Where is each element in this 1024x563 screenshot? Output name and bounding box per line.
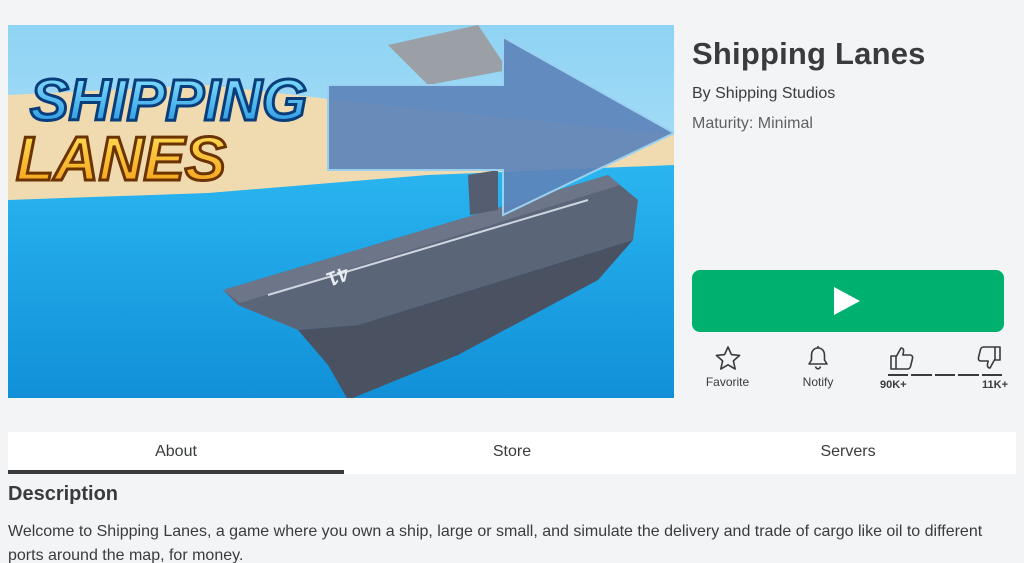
game-tabs: About Store Servers (8, 432, 1016, 474)
game-title: Shipping Lanes (692, 36, 926, 71)
play-icon (834, 287, 860, 315)
description-heading: Description (8, 483, 119, 505)
maturity-rating: Maturity: Minimal (692, 115, 813, 132)
notify-button[interactable]: Notify (792, 345, 844, 389)
creator-byline: By Shipping Studios (692, 85, 835, 103)
byline-prefix: By (692, 85, 716, 102)
description-text: Welcome to Shipping Lanes, a game where … (8, 523, 983, 563)
upvote-button[interactable]: 90K+ (880, 345, 924, 391)
game-thumbnail[interactable]: 41 SHIPPING LANES (8, 25, 674, 398)
downvote-button[interactable]: 11K+ (968, 345, 1008, 391)
thumbnail-logo-line2: LANES (16, 125, 226, 194)
tab-about[interactable]: About (8, 432, 344, 474)
thumbnail-logo-line1: SHIPPING (30, 68, 307, 133)
likes-count: 90K+ (880, 379, 907, 391)
thumbs-up-icon (890, 347, 914, 370)
play-button[interactable] (692, 270, 1004, 332)
bell-icon (808, 346, 828, 370)
vote-ratio-bar (888, 374, 1003, 377)
notify-label: Notify (802, 375, 834, 389)
favorite-button[interactable]: Favorite (700, 345, 755, 389)
favorite-label: Favorite (705, 375, 750, 389)
tab-servers[interactable]: Servers (680, 432, 1016, 474)
dislikes-count: 11K+ (982, 379, 1008, 391)
tab-store[interactable]: Store (344, 432, 680, 474)
star-icon (715, 346, 740, 370)
thumbnail-image: 41 SHIPPING LANES (8, 25, 674, 398)
thumbs-down-icon (977, 346, 1001, 369)
creator-link[interactable]: Shipping Studios (715, 85, 835, 102)
